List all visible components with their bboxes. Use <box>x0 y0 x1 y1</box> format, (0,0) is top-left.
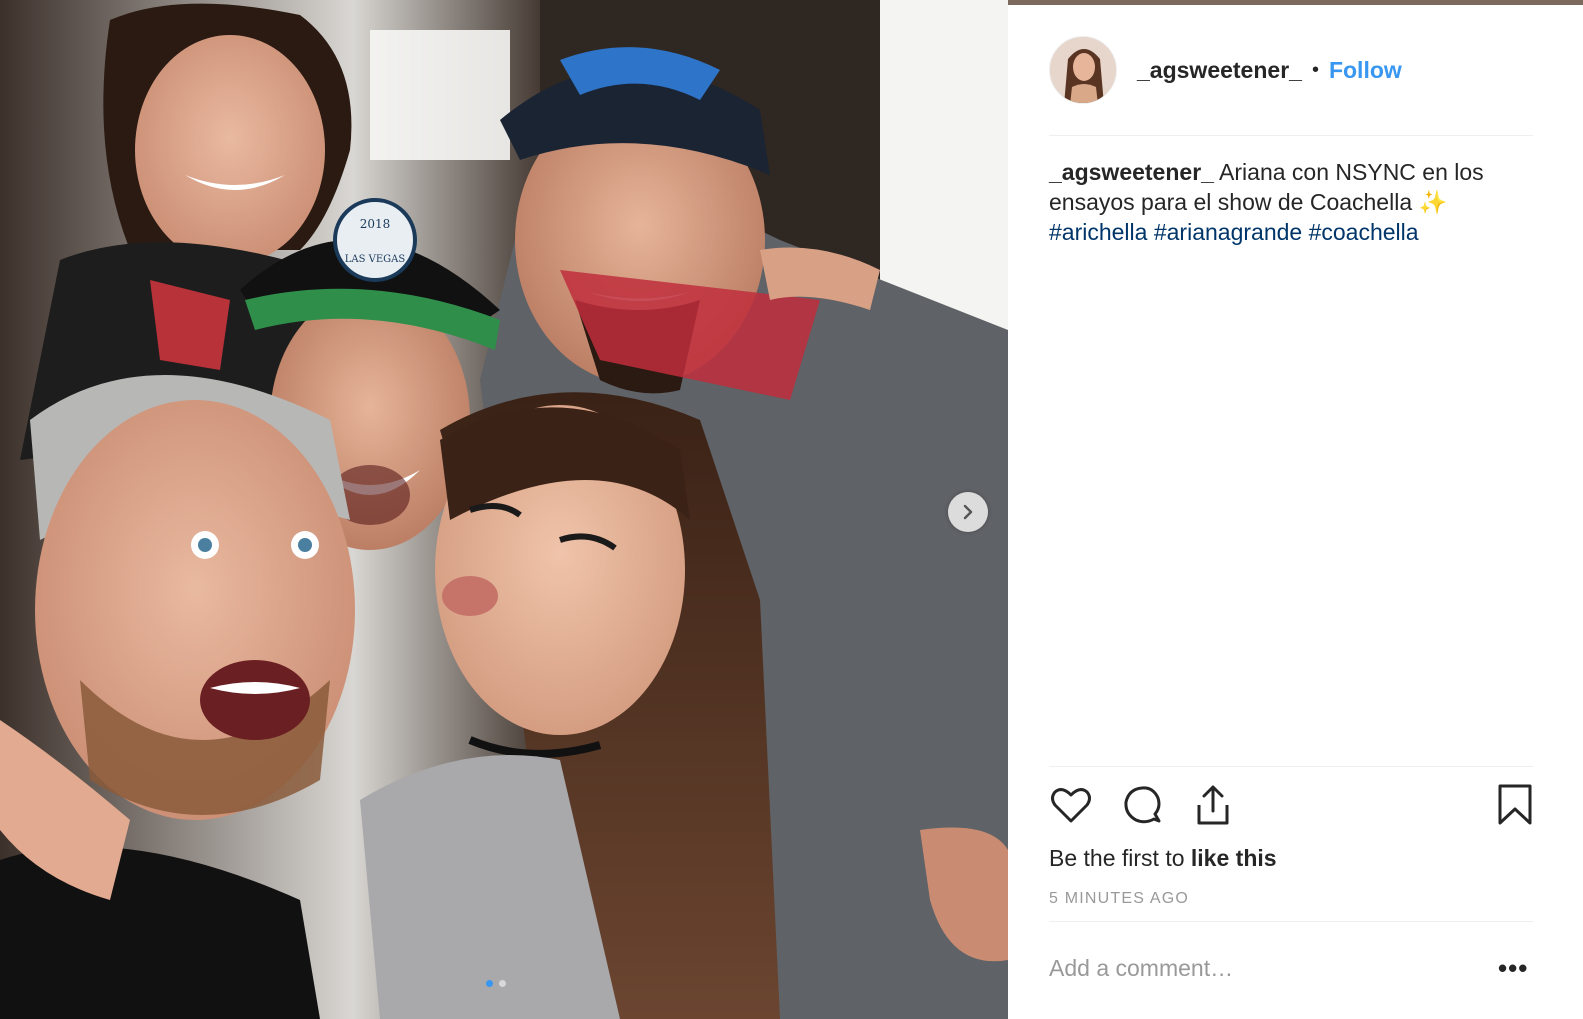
selfie-photo: 2018 LAS VEGAS <box>0 0 1008 1019</box>
post-sidebar: _agsweetener_ • Follow _agsweetener_ Ari… <box>1008 5 1583 1019</box>
post-username[interactable]: _agsweetener_ <box>1137 57 1302 84</box>
actions-divider <box>1049 766 1533 767</box>
share-button[interactable] <box>1191 783 1235 827</box>
more-options-button[interactable]: ••• <box>1498 953 1528 984</box>
likes-summary: Be the first to like this <box>1049 845 1277 872</box>
header-divider <box>1049 135 1533 136</box>
next-photo-button[interactable] <box>948 492 988 532</box>
sparkle-emoji: ✨ <box>1418 189 1448 215</box>
share-icon <box>1197 785 1229 825</box>
post-timestamp: 5 MINUTES AGO <box>1049 890 1190 907</box>
hashtag-link[interactable]: #coachella <box>1309 219 1419 245</box>
like-this-link[interactable]: like this <box>1191 845 1277 871</box>
hashtag-link[interactable]: #arianagrande <box>1154 219 1302 245</box>
carousel-dot-2 <box>499 980 506 987</box>
header-separator: • <box>1311 58 1319 81</box>
post-header: _agsweetener_ • Follow <box>1049 35 1402 105</box>
carousel-dot-1 <box>486 980 493 987</box>
comment-divider <box>1049 921 1533 922</box>
avatar-image <box>1050 37 1116 103</box>
follow-button[interactable]: Follow <box>1329 57 1402 84</box>
hat-patch-label: LAS VEGAS <box>345 254 406 265</box>
caption-username[interactable]: _agsweetener_ <box>1049 159 1214 185</box>
hashtag-link[interactable]: #arichella <box>1049 219 1147 245</box>
likes-prefix: Be the first to <box>1049 845 1191 871</box>
post-photo[interactable]: 2018 LAS VEGAS <box>0 0 1008 1019</box>
bookmark-icon <box>1498 784 1532 825</box>
heart-icon <box>1051 788 1091 823</box>
action-bar <box>1049 783 1533 831</box>
hat-patch-year: 2018 <box>360 217 391 231</box>
carousel-indicator <box>486 980 506 987</box>
post-caption: _agsweetener_ Ariana con NSYNC en los en… <box>1049 157 1529 247</box>
comment-button[interactable] <box>1121 783 1165 827</box>
comment-input[interactable] <box>1049 945 1469 991</box>
chevron-right-icon <box>963 504 973 520</box>
avatar[interactable] <box>1049 36 1117 104</box>
hat-patch <box>333 198 417 282</box>
like-button[interactable] <box>1049 783 1093 827</box>
comment-icon <box>1124 786 1161 824</box>
bookmark-button[interactable] <box>1493 783 1537 827</box>
